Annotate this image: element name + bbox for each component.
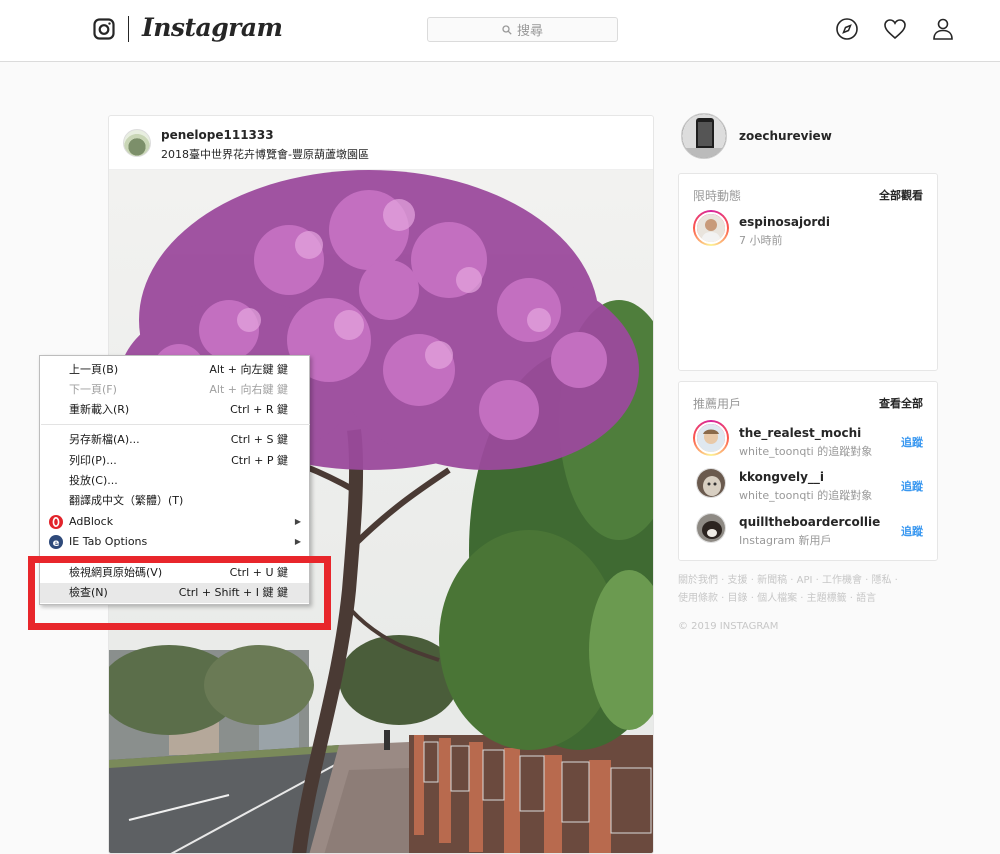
- suggestion-note: Instagram 新用戶: [739, 534, 832, 547]
- footer-links-line[interactable]: 關於我們 · 支援 · 新聞稿 · API · 工作機會 · 隱私 ·: [678, 572, 928, 590]
- copyright: © 2019 INSTAGRAM: [678, 621, 779, 632]
- post-author-username[interactable]: penelope111333: [161, 128, 274, 142]
- instagram-glyph-icon[interactable]: [93, 18, 115, 40]
- menu-item-label: IE Tab Options: [69, 535, 148, 548]
- suggestion-avatar-photo: [697, 469, 725, 497]
- logo-divider: [128, 16, 129, 42]
- post-header: penelope111333 2018臺中世界花卉博覽會-豐原葫蘆墩園區: [109, 116, 653, 170]
- menu-item-shortcut: Ctrl + R 鍵: [230, 403, 288, 416]
- stories-panel: 限時動態 全部觀看 espinosajordi 7 小時前: [678, 173, 938, 371]
- search-placeholder: 搜尋: [516, 24, 543, 39]
- ie-tab-icon: e: [49, 535, 63, 549]
- profile-icon[interactable]: [931, 17, 955, 41]
- menu-item-label: 上一頁(B): [69, 363, 119, 376]
- footer-links-line[interactable]: 使用條款 · 目錄 · 個人檔案 · 主題標籤 · 語言: [678, 590, 928, 608]
- current-user-avatar[interactable]: [681, 113, 727, 159]
- menu-item-label: 下一頁(F): [69, 383, 117, 396]
- search-input[interactable]: 搜尋: [427, 17, 618, 42]
- suggestion-username[interactable]: quilltheboardercollie: [739, 515, 880, 529]
- menu-item-reload[interactable]: 重新載入(R) Ctrl + R 鍵: [40, 400, 309, 420]
- footer-links[interactable]: 關於我們 · 支援 · 新聞稿 · API · 工作機會 · 隱私 · 使用條款…: [678, 572, 928, 608]
- suggestion-avatar-photo: [697, 424, 725, 452]
- suggestion-note: white_toonqti 的追蹤對象: [739, 445, 873, 458]
- follow-button[interactable]: 追蹤: [901, 434, 923, 450]
- menu-item-shortcut: Ctrl + P 鍵: [231, 454, 288, 467]
- post-location[interactable]: 2018臺中世界花卉博覽會-豐原葫蘆墩園區: [161, 146, 369, 162]
- svg-text:e: e: [53, 538, 60, 549]
- menu-item-label: AdBlock: [69, 515, 114, 528]
- stories-title: 限時動態: [693, 189, 742, 203]
- story-avatar-photo: [697, 214, 725, 242]
- story-time: 7 小時前: [739, 234, 783, 247]
- post-author-avatar[interactable]: [123, 129, 151, 157]
- suggestion-avatar[interactable]: [696, 468, 726, 498]
- suggestions-view-all-link[interactable]: 查看全部: [879, 395, 923, 411]
- suggestion-avatar: [695, 422, 727, 454]
- menu-item-forward: 下一頁(F) Alt + 向右鍵 鍵: [40, 380, 309, 400]
- top-nav-bar: Instagram 搜尋: [0, 0, 1000, 62]
- menu-item-adblock[interactable]: AdBlock ▶: [40, 512, 309, 532]
- submenu-arrow-icon: ▶: [294, 537, 301, 546]
- search-icon: [502, 24, 512, 35]
- story-avatar-ring[interactable]: [693, 210, 729, 246]
- menu-item-print[interactable]: 列印(P)... Ctrl + P 鍵: [40, 451, 309, 471]
- menu-item-translate[interactable]: 翻譯成中文（繁體）(T): [40, 491, 309, 511]
- menu-item-shortcut: Alt + 向左鍵 鍵: [209, 363, 288, 376]
- compass-icon[interactable]: [835, 17, 859, 41]
- menu-item-save-as[interactable]: 另存新檔(A)... Ctrl + S 鍵: [40, 430, 309, 450]
- current-user-username[interactable]: zoechureview: [739, 129, 832, 143]
- menu-item-ie-tab-options[interactable]: e IE Tab Options ▶: [40, 532, 309, 552]
- menu-item-label: 投放(C)...: [69, 474, 118, 487]
- current-user-photo: [682, 114, 726, 158]
- menu-item-shortcut: Ctrl + S 鍵: [230, 433, 288, 446]
- suggestion-username[interactable]: kkongvely__i: [739, 470, 824, 484]
- menu-item-label: 翻譯成中文（繁體）(T): [69, 494, 184, 507]
- suggestion-avatar-ring[interactable]: [693, 420, 729, 456]
- menu-item-label: 另存新檔(A)...: [69, 433, 140, 446]
- follow-button[interactable]: 追蹤: [901, 478, 923, 494]
- suggestions-panel: 推薦用戶 查看全部 the_realest_mochi white_toonqt…: [678, 381, 938, 561]
- follow-button[interactable]: 追蹤: [901, 523, 923, 539]
- story-avatar: [695, 212, 727, 244]
- heart-icon[interactable]: [883, 17, 907, 41]
- suggestion-avatar[interactable]: [696, 513, 726, 543]
- menu-separator: [41, 424, 310, 425]
- adblock-icon: [49, 515, 63, 529]
- menu-item-shortcut: Alt + 向右鍵 鍵: [209, 383, 288, 396]
- instagram-wordmark[interactable]: Instagram: [142, 13, 283, 42]
- suggestions-title: 推薦用戶: [693, 397, 742, 411]
- suggestion-note: white_toonqti 的追蹤對象: [739, 489, 873, 502]
- suggestion-username[interactable]: the_realest_mochi: [739, 426, 861, 440]
- menu-item-cast[interactable]: 投放(C)...: [40, 471, 309, 491]
- stories-view-all-link[interactable]: 全部觀看: [879, 187, 923, 203]
- suggestion-avatar-photo: [697, 514, 725, 542]
- menu-item-label: 重新載入(R): [69, 403, 130, 416]
- menu-item-label: 列印(P)...: [69, 454, 117, 467]
- highlight-annotation-box: [28, 556, 331, 630]
- story-username[interactable]: espinosajordi: [739, 215, 830, 229]
- submenu-arrow-icon: ▶: [294, 517, 301, 526]
- menu-item-back[interactable]: 上一頁(B) Alt + 向左鍵 鍵: [40, 360, 309, 380]
